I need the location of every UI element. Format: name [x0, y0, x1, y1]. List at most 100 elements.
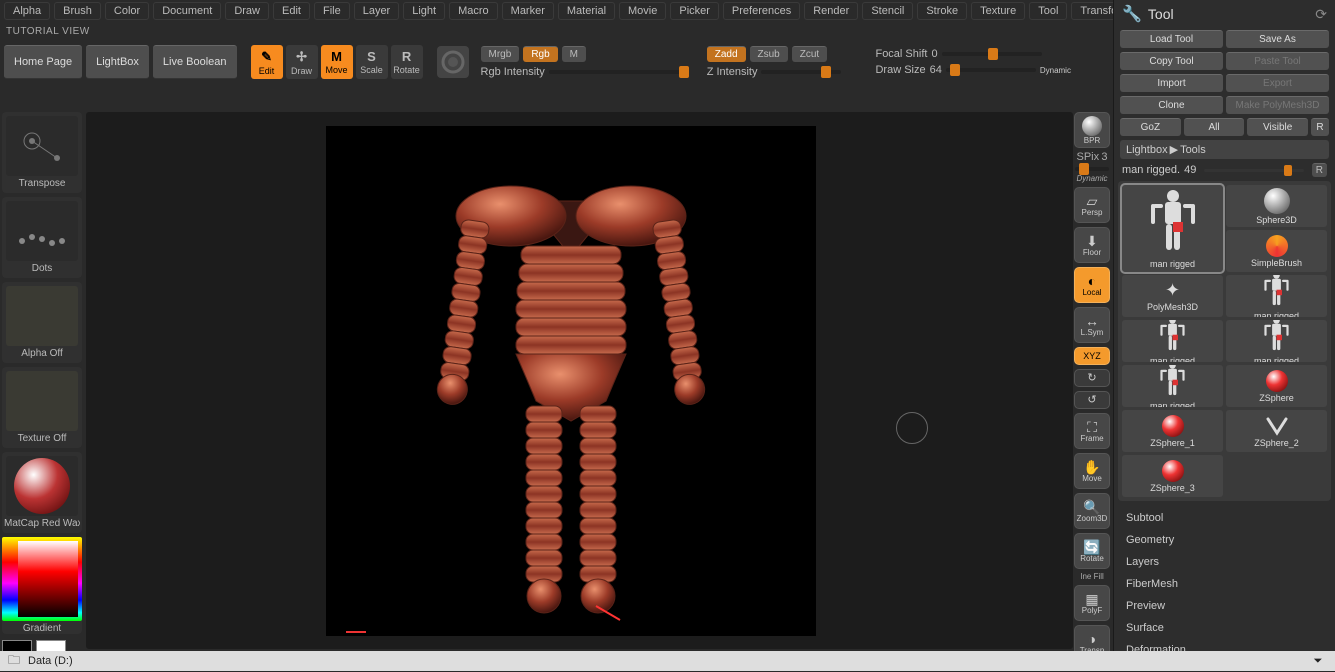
menu-light[interactable]: Light	[403, 2, 445, 20]
home-page-button[interactable]: Home Page	[4, 45, 82, 79]
section-geometry[interactable]: Geometry	[1114, 529, 1335, 551]
move-mode-button[interactable]: MMove	[321, 45, 353, 79]
section-subtool[interactable]: Subtool	[1114, 507, 1335, 529]
scale-mode-button[interactable]: SScale	[356, 45, 388, 79]
tool-man-rigged[interactable]: man rigged	[1122, 365, 1223, 407]
menu-tool[interactable]: Tool	[1029, 2, 1067, 20]
live-boolean-button[interactable]: Live Boolean	[153, 45, 237, 79]
yz-button[interactable]: ↻	[1074, 369, 1110, 387]
dropdown-icon[interactable]: ⏷	[1309, 655, 1327, 668]
draw-mode-button[interactable]: ✢Draw	[286, 45, 318, 79]
persp-button[interactable]: ▱Persp	[1074, 187, 1110, 223]
menu-picker[interactable]: Picker	[670, 2, 719, 20]
texture-tray[interactable]: Texture Off	[2, 367, 82, 448]
lightbox-tools-bar[interactable]: Lightbox ▶ Tools	[1120, 140, 1329, 159]
menu-alpha[interactable]: Alpha	[4, 2, 50, 20]
viewport[interactable]	[86, 112, 1073, 649]
matcap-label: MatCap Red Wax	[4, 518, 80, 529]
tool-zsphere[interactable]: ZSphere	[1226, 365, 1327, 407]
focal-shift-slider[interactable]	[942, 52, 1042, 56]
frame-button[interactable]: ⛶Frame	[1074, 413, 1110, 449]
m-button[interactable]: M	[562, 46, 586, 62]
menu-marker[interactable]: Marker	[502, 2, 554, 20]
menu-texture[interactable]: Texture	[971, 2, 1025, 20]
load-tool-button[interactable]: Load Tool	[1120, 30, 1223, 48]
floor-button[interactable]: ⬇Floor	[1074, 227, 1110, 263]
zoom3d-button[interactable]: 🔍Zoom3D	[1074, 493, 1110, 529]
tool-polymesh3d[interactable]: ✦PolyMesh3D	[1122, 275, 1223, 317]
menu-stencil[interactable]: Stencil	[862, 2, 913, 20]
rgb-button[interactable]: Rgb	[523, 46, 557, 62]
mrgb-button[interactable]: Mrgb	[481, 46, 520, 62]
menu-material[interactable]: Material	[558, 2, 615, 20]
current-tool-num: 49	[1184, 164, 1196, 176]
tool-sphere3d[interactable]: Sphere3D	[1226, 185, 1327, 227]
draw-size-slider[interactable]	[946, 68, 1036, 72]
save-as-button[interactable]: Save As	[1226, 30, 1329, 48]
paste-tool-button[interactable]: Paste Tool	[1226, 52, 1329, 70]
rgb-intensity-slider[interactable]	[549, 70, 689, 74]
menu-layer[interactable]: Layer	[354, 2, 400, 20]
zadd-button[interactable]: Zadd	[707, 46, 746, 62]
drive-label[interactable]: Data (D:)	[28, 655, 73, 667]
menu-file[interactable]: File	[314, 2, 350, 20]
xyz-button[interactable]: XYZ	[1074, 347, 1110, 365]
export-button[interactable]: Export	[1226, 74, 1329, 92]
transpose-tray[interactable]: Transpose	[2, 112, 82, 193]
import-button[interactable]: Import	[1120, 74, 1223, 92]
tool-zsphere_3[interactable]: ZSphere_3	[1122, 455, 1223, 497]
section-layers[interactable]: Layers	[1114, 551, 1335, 573]
tool-simplebrush[interactable]: SimpleBrush	[1226, 230, 1327, 272]
refresh-icon[interactable]: ⟳	[1315, 6, 1327, 23]
copy-tool-button[interactable]: Copy Tool	[1120, 52, 1223, 70]
stroke-dots-tray[interactable]: Dots	[2, 197, 82, 278]
tool-zsphere_2[interactable]: ZSphere_2	[1226, 410, 1327, 452]
rotate-view-button[interactable]: 🔄Rotate	[1074, 533, 1110, 569]
r-button[interactable]: R	[1311, 118, 1329, 136]
menu-macro[interactable]: Macro	[449, 2, 498, 20]
menu-edit[interactable]: Edit	[273, 2, 310, 20]
spix-slider[interactable]	[1075, 167, 1109, 171]
move-view-button[interactable]: ✋Move	[1074, 453, 1110, 489]
section-surface[interactable]: Surface	[1114, 617, 1335, 639]
color-picker[interactable]: Gradient	[2, 537, 82, 634]
polyf-button[interactable]: ▦PolyF	[1074, 585, 1110, 621]
alpha-tray[interactable]: Alpha Off	[2, 282, 82, 363]
local-button[interactable]: ◐Local	[1074, 267, 1110, 303]
menu-brush[interactable]: Brush	[54, 2, 101, 20]
zsub-button[interactable]: Zsub	[750, 46, 788, 62]
menu-render[interactable]: Render	[804, 2, 858, 20]
tool-man-rigged[interactable]: man rigged	[1122, 185, 1223, 272]
rotate-mode-button[interactable]: RRotate	[391, 45, 423, 79]
lightbox-button[interactable]: LightBox	[86, 45, 149, 79]
tool-man-rigged[interactable]: man rigged	[1226, 275, 1327, 317]
edit-mode-button[interactable]: ✎Edit	[251, 45, 283, 79]
dynamic-label[interactable]: Dynamic	[1040, 66, 1071, 75]
r-button[interactable]: R	[1312, 163, 1327, 177]
material-tray[interactable]: MatCap Red Wax	[2, 452, 82, 533]
clone-button[interactable]: Clone	[1120, 96, 1223, 114]
xz-button[interactable]: ↺	[1074, 391, 1110, 409]
tool-man-rigged[interactable]: man rigged	[1122, 320, 1223, 362]
gizmo-icon[interactable]	[437, 46, 469, 78]
canvas-3d[interactable]	[326, 126, 816, 636]
zcut-button[interactable]: Zcut	[792, 46, 827, 62]
z-intensity-slider[interactable]	[761, 70, 841, 74]
menu-stroke[interactable]: Stroke	[917, 2, 967, 20]
goz-button[interactable]: GoZ	[1120, 118, 1181, 136]
lsym-button[interactable]: ↔L.Sym	[1074, 307, 1110, 343]
tool-zsphere_1[interactable]: ZSphere_1	[1122, 410, 1223, 452]
tool-preview-slider[interactable]	[1204, 169, 1303, 172]
menu-draw[interactable]: Draw	[225, 2, 269, 20]
make-polymesh3d-button[interactable]: Make PolyMesh3D	[1226, 96, 1329, 114]
all-button[interactable]: All	[1184, 118, 1245, 136]
tool-man-rigged[interactable]: man rigged	[1226, 320, 1327, 362]
bpr-button[interactable]: BPR	[1074, 112, 1110, 148]
menu-movie[interactable]: Movie	[619, 2, 666, 20]
menu-preferences[interactable]: Preferences	[723, 2, 800, 20]
visible-button[interactable]: Visible	[1247, 118, 1308, 136]
section-preview[interactable]: Preview	[1114, 595, 1335, 617]
menu-color[interactable]: Color	[105, 2, 149, 20]
section-fibermesh[interactable]: FiberMesh	[1114, 573, 1335, 595]
menu-document[interactable]: Document	[153, 2, 221, 20]
